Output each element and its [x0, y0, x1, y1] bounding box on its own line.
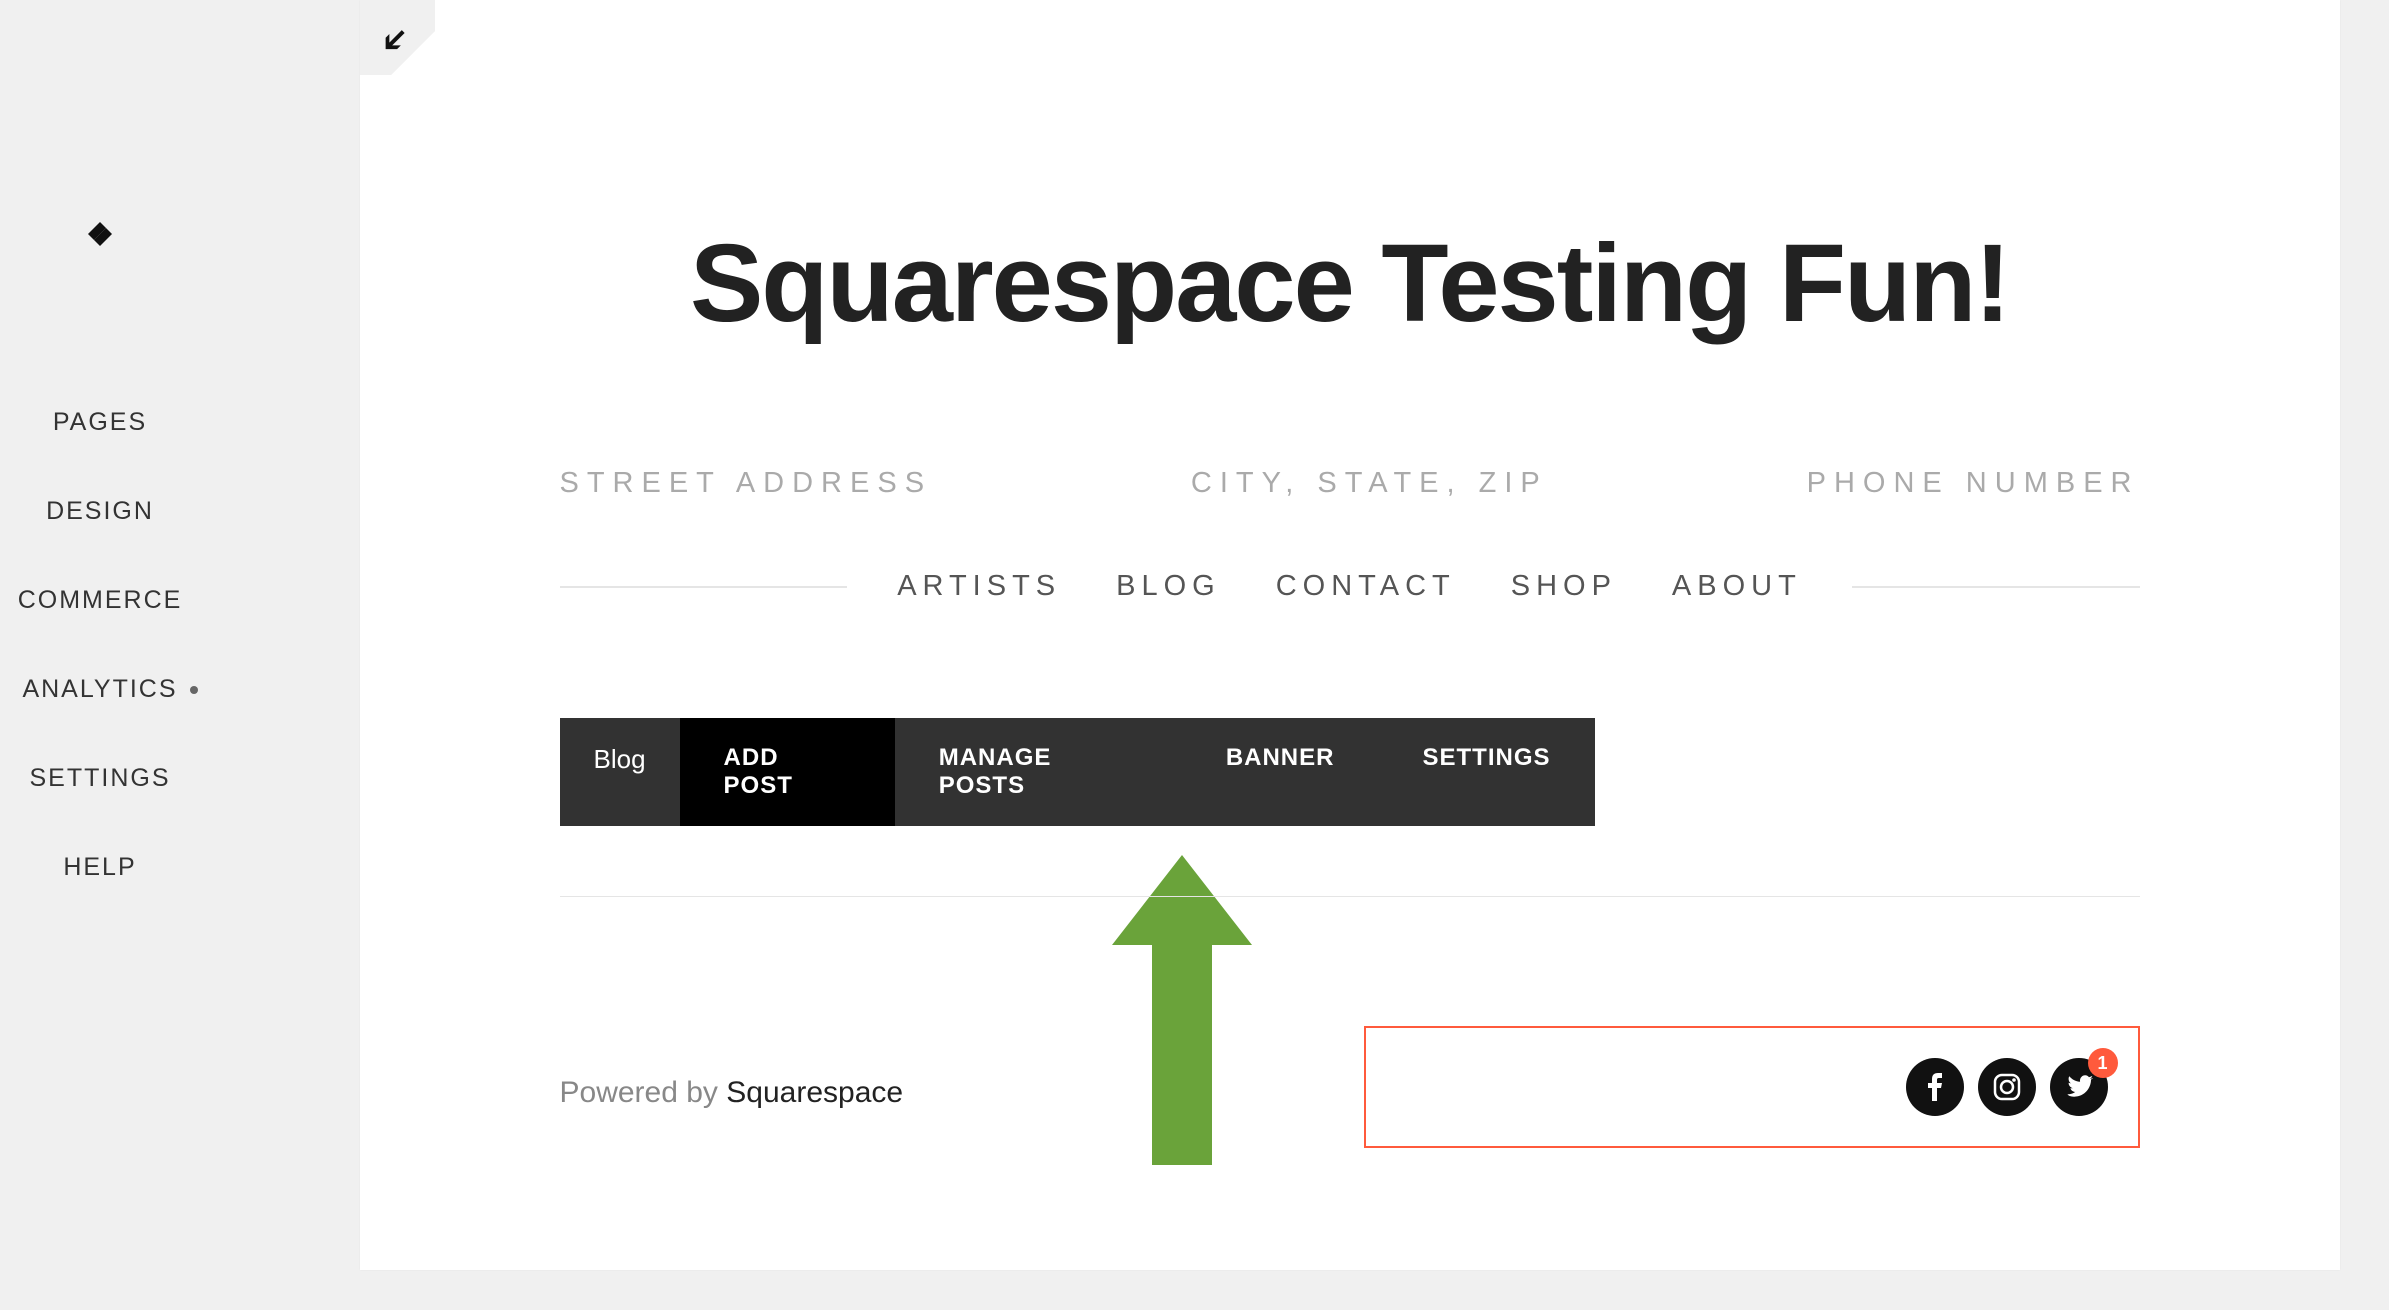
- notification-badge: 1: [2088, 1048, 2118, 1078]
- nav-link-about[interactable]: ABOUT: [1672, 570, 1802, 603]
- blog-toolbar: Blog ADD POST MANAGE POSTS BANNER SETTIN…: [560, 718, 1595, 826]
- nav-divider-left: [560, 586, 848, 588]
- sidebar-item-pages[interactable]: PAGES: [53, 408, 147, 437]
- sidebar-item-commerce[interactable]: COMMERCE: [18, 586, 183, 615]
- nav-link-artists[interactable]: ARTISTS: [897, 570, 1061, 603]
- powered-brand[interactable]: Squarespace: [726, 1076, 903, 1109]
- phone-number[interactable]: PHONE NUMBER: [1807, 467, 2140, 500]
- sidebar-item-help[interactable]: HELP: [63, 853, 136, 882]
- twitter-icon[interactable]: 1: [2050, 1058, 2108, 1116]
- toolbar-page-label: Blog: [560, 718, 680, 826]
- sidebar-item-design[interactable]: DESIGN: [46, 497, 154, 526]
- street-address[interactable]: STREET ADDRESS: [560, 467, 933, 500]
- nav-link-blog[interactable]: BLOG: [1116, 570, 1221, 603]
- sidebar-label: COMMERCE: [18, 586, 183, 615]
- nav-divider-right: [1852, 586, 2140, 588]
- manage-posts-button[interactable]: MANAGE POSTS: [895, 718, 1182, 826]
- nav-items: ARTISTS BLOG CONTACT SHOP ABOUT: [897, 570, 1802, 603]
- info-row: STREET ADDRESS CITY, STATE, ZIP PHONE NU…: [360, 347, 2340, 560]
- city-state-zip[interactable]: CITY, STATE, ZIP: [1191, 467, 1548, 500]
- indicator-dot-icon: [190, 686, 198, 694]
- site-nav: ARTISTS BLOG CONTACT SHOP ABOUT: [360, 560, 2340, 613]
- powered-prefix: Powered by: [560, 1076, 727, 1109]
- expand-corner[interactable]: ➔: [360, 0, 435, 75]
- social-block[interactable]: 1: [1364, 1026, 2140, 1148]
- admin-sidebar: PAGES DESIGN COMMERCE ANALYTICS SETTINGS…: [0, 0, 200, 1310]
- sidebar-item-analytics[interactable]: ANALYTICS: [22, 675, 177, 704]
- banner-button[interactable]: BANNER: [1182, 718, 1379, 826]
- instagram-icon[interactable]: [1978, 1058, 2036, 1116]
- site-title[interactable]: Squarespace Testing Fun!: [360, 0, 2340, 347]
- nav-link-shop[interactable]: SHOP: [1511, 570, 1617, 603]
- settings-button[interactable]: SETTINGS: [1378, 718, 1594, 826]
- sidebar-label: HELP: [63, 853, 136, 882]
- nav-link-contact[interactable]: CONTACT: [1276, 570, 1456, 603]
- sidebar-nav: PAGES DESIGN COMMERCE ANALYTICS SETTINGS…: [18, 408, 183, 882]
- sidebar-label: ANALYTICS: [22, 675, 177, 704]
- squarespace-logo-icon[interactable]: [76, 210, 124, 258]
- facebook-icon[interactable]: [1906, 1058, 1964, 1116]
- expand-arrow-icon: ➔: [370, 16, 418, 64]
- sidebar-label: PAGES: [53, 408, 147, 437]
- sidebar-label: DESIGN: [46, 497, 154, 526]
- main-area: ➔ Squarespace Testing Fun! STREET ADDRES…: [200, 0, 2389, 1310]
- site-preview: ➔ Squarespace Testing Fun! STREET ADDRES…: [360, 0, 2340, 1270]
- footer-divider: [560, 896, 2140, 897]
- sidebar-item-settings[interactable]: SETTINGS: [29, 764, 170, 793]
- sidebar-label: SETTINGS: [29, 764, 170, 793]
- site-footer: Powered by Squarespace 1: [560, 1026, 2140, 1148]
- add-post-button[interactable]: ADD POST: [680, 718, 895, 826]
- powered-by: Powered by Squarespace: [560, 1026, 904, 1110]
